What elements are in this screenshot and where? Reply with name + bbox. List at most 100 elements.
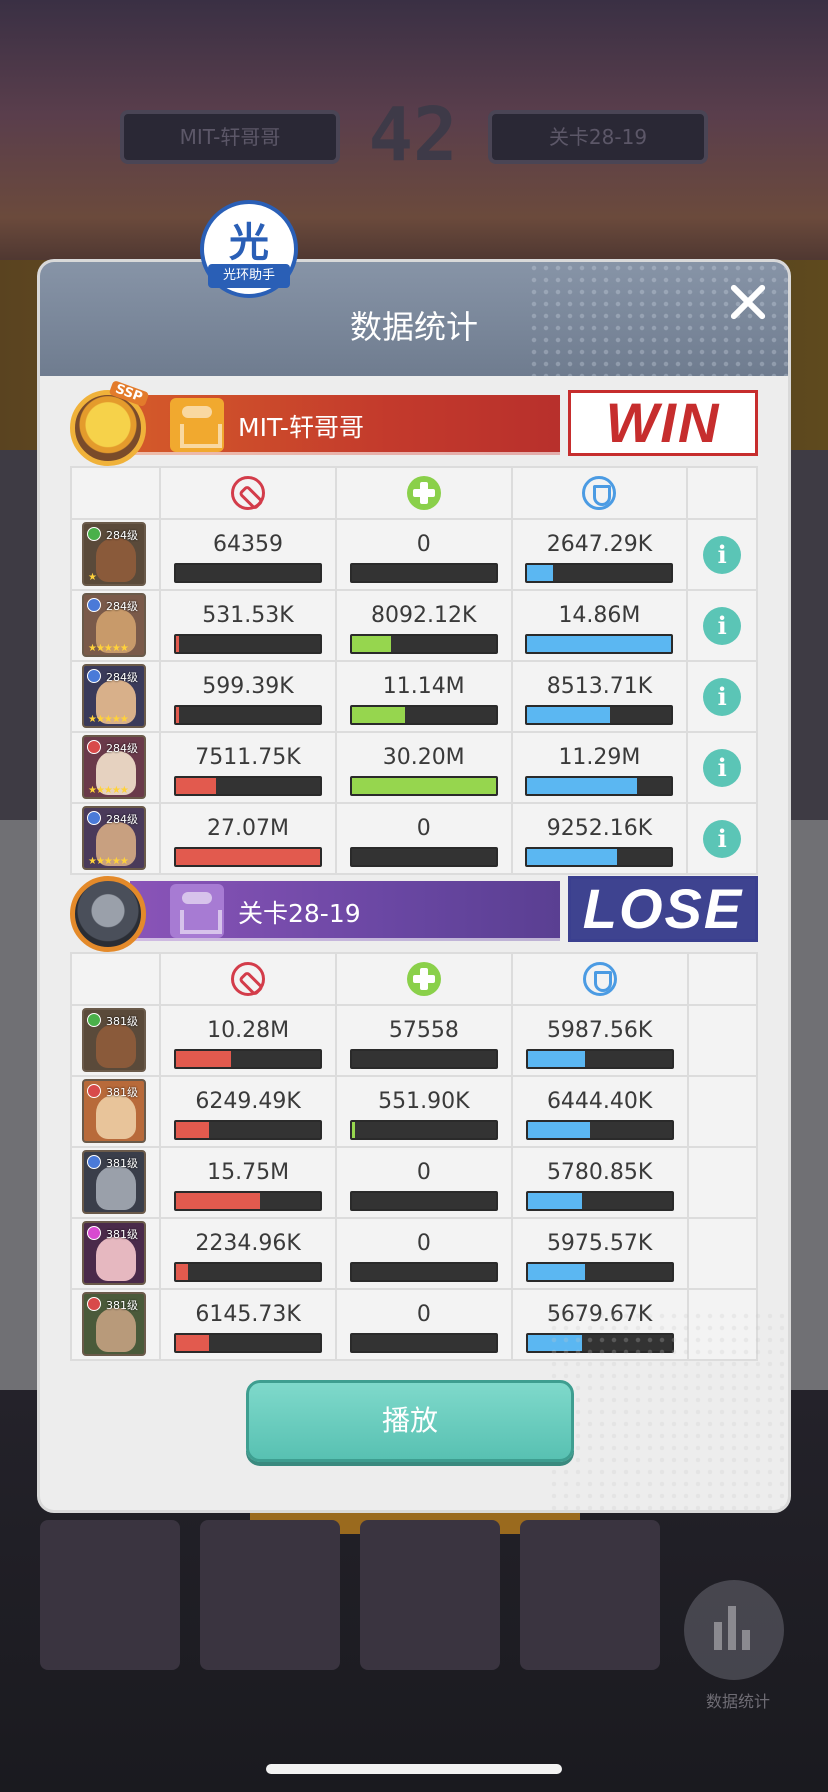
watermark-char: 光: [229, 220, 269, 266]
background-tile: [200, 1520, 340, 1670]
lose-result-box: LOSE: [568, 876, 758, 942]
play-button[interactable]: 播放: [246, 1380, 574, 1462]
star-icon: ★★★★★: [88, 785, 129, 796]
hero-cell: 381级: [69, 1217, 162, 1290]
hero-cell: 284级 ★★★★★: [69, 731, 162, 804]
hero-portrait[interactable]: 381级: [82, 1079, 146, 1143]
star-icon: ★★★★★: [88, 643, 129, 654]
info-icon[interactable]: i: [703, 535, 742, 574]
hero-face: [96, 1166, 136, 1210]
damage-value: 6249.49K: [195, 1089, 301, 1114]
star-icon: ★: [88, 572, 97, 583]
shield-bar: [525, 776, 674, 796]
hero-portrait[interactable]: 381级: [82, 1292, 146, 1356]
heal-value: 0: [416, 1231, 431, 1256]
win-team-banner: SSP MIT-轩哥哥 WIN: [70, 380, 758, 466]
heal-value: 0: [416, 532, 431, 557]
info-icon[interactable]: i: [703, 819, 742, 858]
info-icon[interactable]: i: [703, 606, 742, 645]
damage-cell: 27.07M: [159, 802, 337, 875]
damage-bar: [173, 705, 322, 725]
shield-bar-fill: [527, 565, 554, 581]
damage-value: 64359: [212, 532, 283, 557]
stats-header-row: [69, 466, 758, 520]
win-stats-table: 284级 ★ 64359 0 2647.29K i 284级 ★★★★★ 531.53K 8092…: [69, 466, 758, 875]
heal-bar: [349, 1262, 498, 1282]
hero-portrait[interactable]: 381级: [82, 1150, 146, 1214]
damage-icon: [231, 962, 266, 996]
hero-level: 284级: [106, 600, 138, 613]
shield-cell: 9252.16K: [510, 802, 689, 875]
damage-bar-fill: [175, 778, 217, 794]
hero-row: 284级 ★★★★★ 27.07M 0 9252.16K i: [69, 802, 758, 875]
star-icon: ★★★★★: [88, 714, 129, 725]
damage-bar: [173, 563, 322, 583]
heal-bar-fill: [351, 778, 496, 794]
background-left-pill: MIT-轩哥哥: [120, 110, 340, 164]
damage-value: 2234.96K: [195, 1231, 301, 1256]
close-icon[interactable]: [722, 276, 774, 328]
home-indicator[interactable]: [266, 1764, 562, 1774]
background-stats-label: 数据统计: [705, 1692, 770, 1711]
damage-cell: 531.53K: [159, 589, 337, 662]
damage-icon: [230, 476, 265, 510]
win-result-box: WIN: [568, 390, 758, 456]
hero-row: 381级 15.75M 0 5780.85K: [69, 1146, 759, 1219]
damage-bar-fill: [176, 1193, 260, 1209]
hero-portrait[interactable]: 381级: [82, 1008, 146, 1072]
hero-portrait[interactable]: 381级: [82, 1221, 146, 1285]
shield-bar-fill: [527, 1264, 586, 1280]
heal-cell: 0: [334, 518, 513, 591]
hero-portrait[interactable]: 284级 ★★★★★: [82, 664, 146, 728]
lose-result-label: LOSE: [582, 877, 744, 940]
shield-cell: 5987.56K: [510, 1004, 689, 1077]
hero-level: 381级: [106, 1015, 138, 1028]
shield-bar: [525, 563, 674, 583]
heal-bar: [349, 1191, 498, 1211]
shield-icon: [582, 476, 617, 510]
background-tile: [520, 1520, 660, 1670]
damage-cell: 599.39K: [159, 660, 337, 733]
shield-value: 11.29M: [558, 745, 641, 770]
win-team-section: SSP MIT-轩哥哥 WIN 284级 ★ 64359 0 2647.29K i 284级…: [69, 380, 758, 875]
dialog-title: 数据统计: [349, 308, 478, 346]
info-cell: i: [686, 589, 758, 662]
info-icon[interactable]: i: [703, 748, 742, 787]
hero-level: 381级: [106, 1228, 138, 1241]
shield-bar: [525, 1191, 674, 1211]
heal-cell: 8092.12K: [334, 589, 513, 662]
heal-value: 57558: [388, 1018, 459, 1043]
damage-cell: 6145.73K: [159, 1288, 337, 1361]
damage-cell: 64359: [159, 518, 337, 591]
damage-bar: [174, 1120, 323, 1140]
heal-bar-fill: [351, 636, 391, 652]
info-cell: i: [686, 802, 758, 875]
hero-portrait[interactable]: 284级 ★★★★★: [82, 735, 146, 799]
damage-cell: 7511.75K: [159, 731, 337, 804]
background-header: MIT-轩哥哥 42 关卡28-19: [120, 92, 708, 182]
element-icon: [87, 1013, 101, 1027]
hero-row: 284级 ★★★★★ 531.53K 8092.12K 14.86M i: [69, 589, 758, 662]
team-emblem-icon: [170, 884, 224, 938]
shield-cell: 5780.85K: [510, 1146, 689, 1219]
hero-row: 284级 ★ 64359 0 2647.29K i: [69, 518, 758, 591]
info-icon[interactable]: i: [703, 677, 742, 716]
stats-dialog: 数据统计 SSP MIT-轩哥哥 WIN 284级 ★ 64359 0 2647.29K…: [40, 262, 788, 1510]
heal-cell: 30.20M: [334, 731, 513, 804]
damage-bar-fill: [176, 1051, 231, 1067]
hero-portrait[interactable]: 284级 ★★★★★: [82, 593, 146, 657]
shield-value: 8513.71K: [546, 674, 653, 699]
heal-icon: [406, 476, 441, 510]
play-button-label: 播放: [381, 1404, 438, 1437]
shield-bar-fill: [527, 1122, 590, 1138]
damage-bar: [173, 847, 322, 867]
damage-bar: [173, 634, 322, 654]
hero-portrait[interactable]: 284级 ★★★★★: [82, 806, 146, 870]
hero-level: 381级: [106, 1299, 138, 1312]
hero-portrait[interactable]: 284级 ★: [82, 522, 146, 586]
hero-level: 284级: [106, 742, 138, 755]
hero-row: 381级 6249.49K 551.90K 6444.40K: [69, 1075, 759, 1148]
element-icon: [87, 669, 101, 683]
heal-cell: 0: [335, 1217, 513, 1290]
win-team-name: MIT-轩哥哥: [238, 413, 364, 442]
